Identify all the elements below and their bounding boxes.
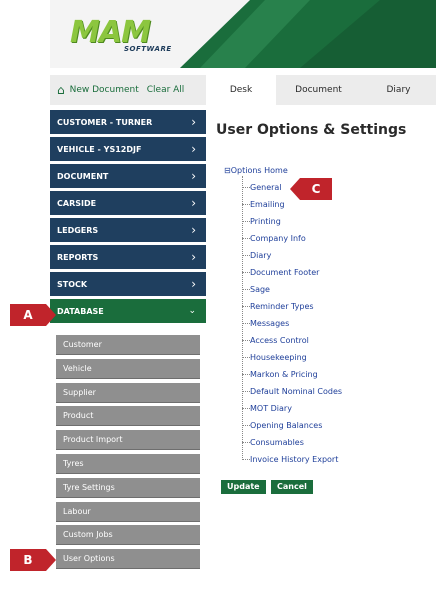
tree-item-sage[interactable]: Sage: [242, 285, 270, 294]
main-panel: [206, 105, 436, 500]
app-header: MAM SOFTWARE: [50, 0, 436, 68]
tree-item-company-info[interactable]: Company Info: [242, 234, 306, 243]
home-icon[interactable]: ⌂: [57, 83, 65, 97]
tree-root[interactable]: ⊟Options Home: [224, 166, 288, 175]
page-title: User Options & Settings: [216, 122, 407, 138]
tree-item-housekeeping[interactable]: Housekeeping: [242, 353, 307, 362]
tab-desk[interactable]: Desk: [206, 75, 276, 105]
chevron-right-icon: ›: [191, 277, 196, 291]
tree-item-messages[interactable]: Messages: [242, 319, 289, 328]
tree-item-printing[interactable]: Printing: [242, 217, 281, 226]
sidebar-item-label: STOCK: [57, 279, 88, 289]
tree-item-consumables[interactable]: Consumables: [242, 438, 304, 447]
brand-logo: MAM SOFTWARE: [70, 15, 171, 54]
sidebar-item-label: CUSTOMER - TURNER: [57, 117, 153, 127]
chevron-right-icon: ›: [191, 142, 196, 156]
callout-c: C: [290, 178, 332, 200]
update-button[interactable]: Update: [221, 480, 266, 494]
tab-diary[interactable]: Diary: [361, 75, 436, 105]
sidebar-item-ledgers[interactable]: LEDGERS ›: [50, 218, 206, 242]
sidebar-item-label: DATABASE: [57, 306, 104, 316]
quick-actions: ⌂ New Document Clear All: [50, 75, 206, 105]
submenu-item-customer[interactable]: Customer: [56, 335, 200, 355]
cancel-button[interactable]: Cancel: [271, 480, 313, 494]
sidebar-item-label: LEDGERS: [57, 225, 99, 235]
tree-root-label: Options Home: [230, 166, 288, 175]
chevron-right-icon: ›: [191, 250, 196, 264]
callout-b: B: [10, 549, 56, 571]
sidebar-item-carside[interactable]: CARSIDE ›: [50, 191, 206, 215]
clear-all-link[interactable]: Clear All: [147, 85, 185, 95]
submenu-item-custom-jobs[interactable]: Custom Jobs: [56, 525, 200, 546]
new-document-link[interactable]: New Document: [70, 85, 139, 95]
tree-item-invoice-history-export[interactable]: Invoice History Export: [242, 455, 338, 464]
sidebar: CUSTOMER - TURNER › VEHICLE - YS12DJF › DO…: [50, 110, 206, 326]
tree-item-emailing[interactable]: Emailing: [242, 200, 285, 209]
submenu-item-product-import[interactable]: Product Import: [56, 430, 200, 451]
sidebar-item-stock[interactable]: STOCK ›: [50, 272, 206, 296]
sidebar-item-label: CARSIDE: [57, 198, 97, 208]
tree-item-general[interactable]: General: [242, 183, 282, 192]
main-tabs: Desk Document Diary: [206, 75, 436, 105]
sidebar-item-label: VEHICLE - YS12DJF: [57, 144, 142, 154]
tree-item-markon-pricing[interactable]: Markon & Pricing: [242, 370, 318, 379]
sidebar-item-document[interactable]: DOCUMENT ›: [50, 164, 206, 188]
callout-a: A: [10, 304, 56, 326]
tree-item-diary[interactable]: Diary: [242, 251, 271, 260]
chevron-down-icon: ⌄: [188, 306, 196, 316]
tree-item-default-nominal-codes[interactable]: Default Nominal Codes: [242, 387, 342, 396]
tree-item-opening-balances[interactable]: Opening Balances: [242, 421, 322, 430]
submenu-item-vehicle[interactable]: Vehicle: [56, 358, 200, 379]
sidebar-item-customer[interactable]: CUSTOMER - TURNER ›: [50, 110, 206, 134]
sidebar-item-database[interactable]: DATABASE ⌄: [50, 299, 206, 323]
tab-document[interactable]: Document: [276, 75, 361, 105]
submenu-item-supplier[interactable]: Supplier: [56, 382, 200, 403]
chevron-right-icon: ›: [191, 223, 196, 237]
chevron-right-icon: ›: [191, 169, 196, 183]
sidebar-item-label: REPORTS: [57, 252, 99, 262]
tree-item-reminder-types[interactable]: Reminder Types: [242, 302, 314, 311]
tree-item-mot-diary[interactable]: MOT Diary: [242, 404, 292, 413]
chevron-right-icon: ›: [191, 196, 196, 210]
tree-item-access-control[interactable]: Access Control: [242, 336, 309, 345]
sidebar-item-reports[interactable]: REPORTS ›: [50, 245, 206, 269]
chevron-right-icon: ›: [191, 115, 196, 129]
submenu-item-tyre-settings[interactable]: Tyre Settings: [56, 477, 200, 498]
submenu-item-labour[interactable]: Labour: [56, 501, 200, 522]
logo-text: MAM: [70, 15, 151, 50]
submenu-item-tyres[interactable]: Tyres: [56, 453, 200, 474]
submenu-item-product[interactable]: Product: [56, 406, 200, 427]
logo-subtext: SOFTWARE: [124, 45, 172, 53]
submenu-item-user-options[interactable]: User Options: [56, 549, 200, 570]
collapse-icon[interactable]: ⊟: [224, 166, 231, 175]
database-submenu: Customer Vehicle Supplier Product Produc…: [56, 335, 200, 573]
sidebar-item-label: DOCUMENT: [57, 171, 109, 181]
sidebar-item-vehicle[interactable]: VEHICLE - YS12DJF ›: [50, 137, 206, 161]
tree-item-document-footer[interactable]: Document Footer: [242, 268, 319, 277]
